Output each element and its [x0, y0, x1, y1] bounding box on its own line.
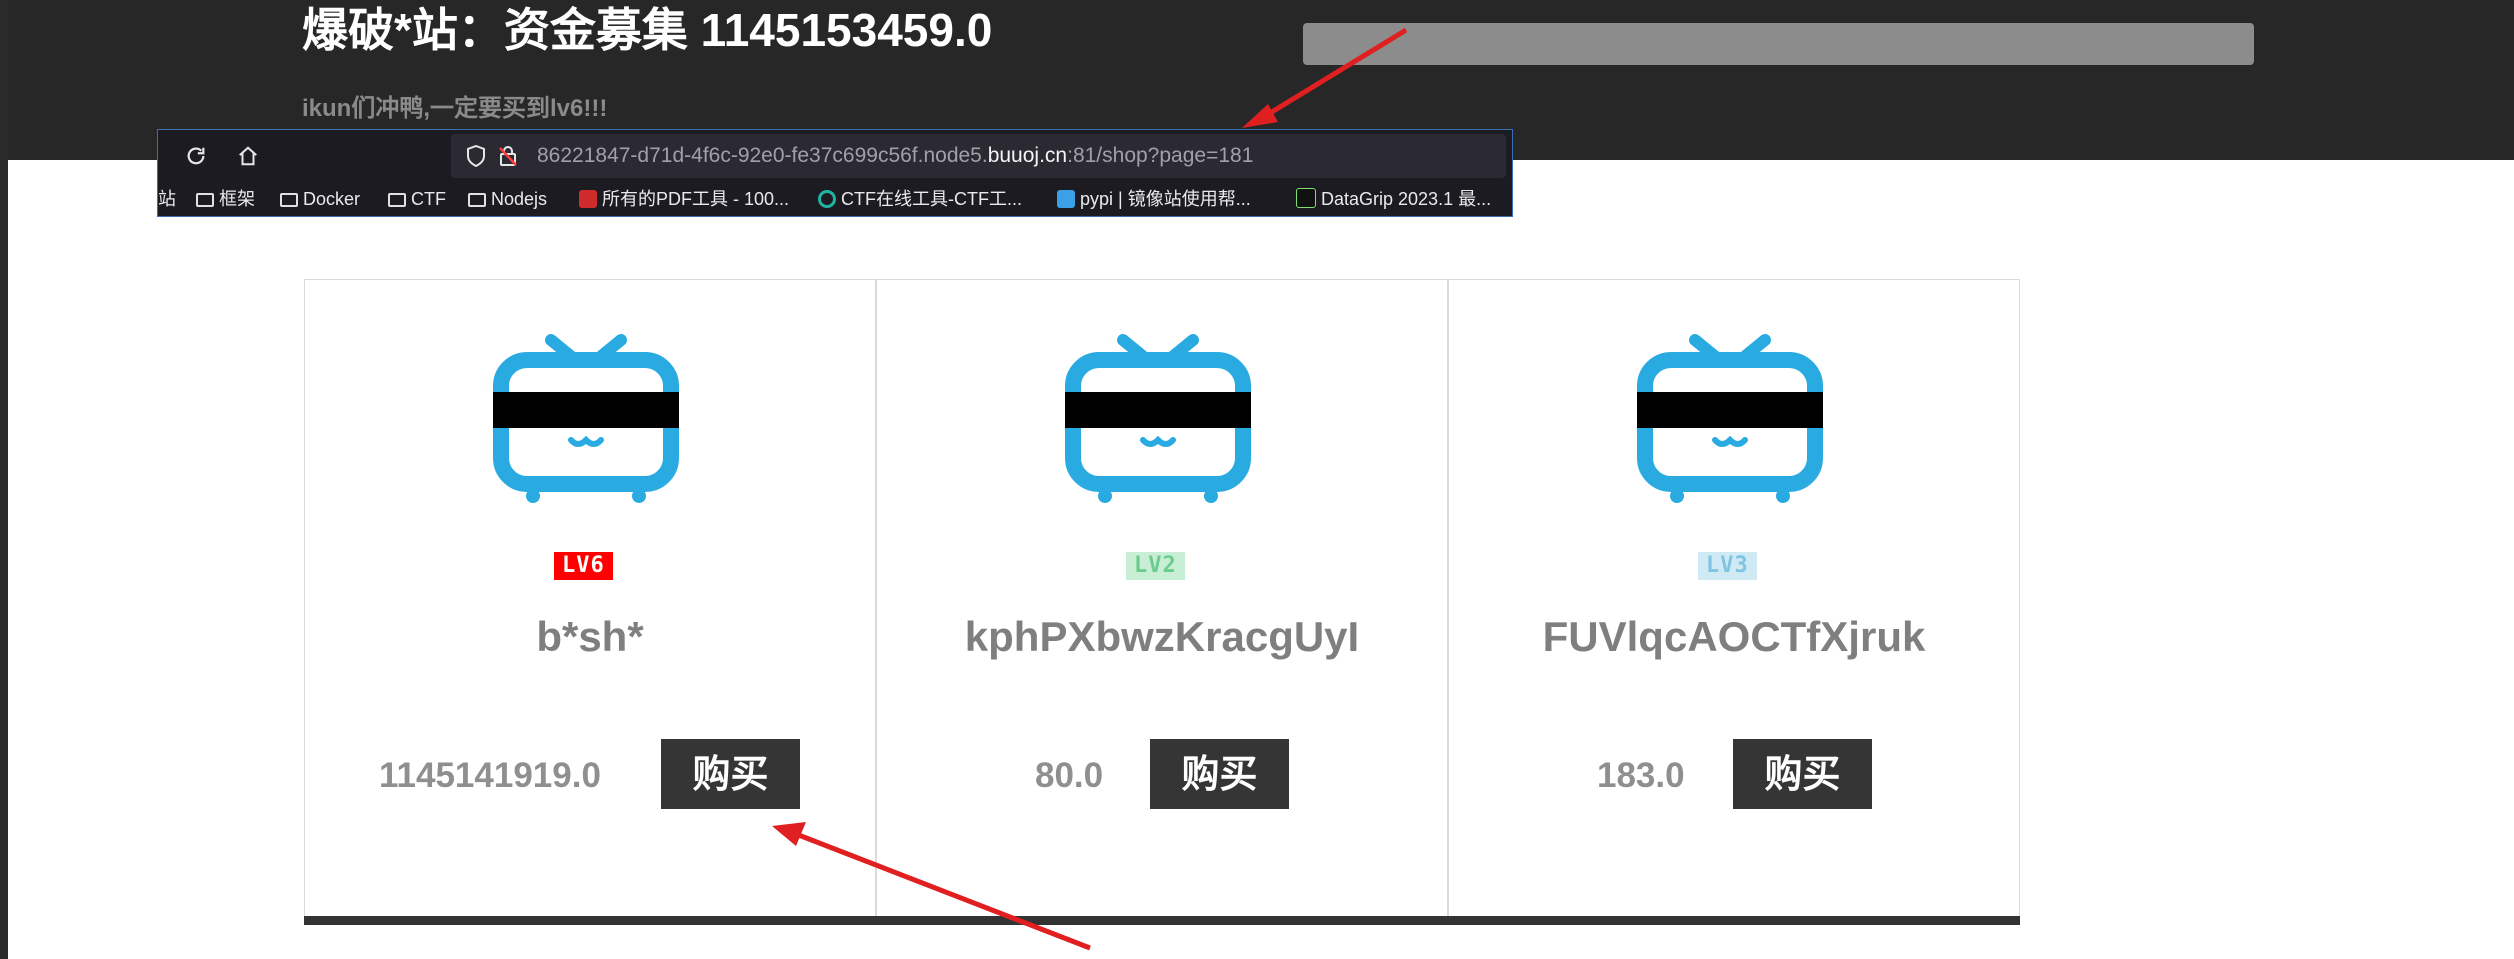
url-suffix: :81/shop?page=181 — [1067, 144, 1254, 167]
folder-icon — [280, 193, 298, 207]
shield-icon[interactable] — [461, 134, 491, 178]
product-card: LV3 FUVlqcAOCTfXjruk 183.0 购买 — [1448, 279, 2020, 925]
tv-avatar-icon — [493, 334, 679, 503]
bookmark-folder[interactable]: 框架 — [196, 182, 255, 216]
bookmark-label: 站 — [158, 189, 176, 209]
user-name: FUVlqcAOCTfXjruk — [1542, 613, 1926, 660]
page-title: 爆破*站：资金募集 1145153459.0 — [302, 4, 993, 56]
bookmark-label: pypi | 镜像站使用帮... — [1080, 189, 1251, 209]
price: 80.0 — [1035, 756, 1104, 795]
user-name: b*sh* — [536, 613, 644, 660]
level-badge: LV6 — [554, 552, 613, 580]
bookmark-label: Docker — [303, 189, 361, 209]
user-name: kphPXbwzKracgUyI — [964, 613, 1360, 660]
product-card: LV6 b*sh* 1145141919.0 购买 — [304, 279, 876, 925]
url-domain: buuoj.cn — [987, 144, 1068, 167]
left-edge-strip — [0, 0, 8, 959]
bookmark-folder[interactable]: Nodejs — [468, 182, 547, 216]
level-badge: LV3 — [1698, 552, 1757, 580]
card-bottom-border — [304, 916, 876, 925]
product-card: LV2 kphPXbwzKracgUyI 80.0 购买 — [876, 279, 1448, 925]
browser-nav-row: 86221847-d71d-4f6c-92e0-fe37c699c56f.nod… — [158, 130, 1512, 182]
folder-icon — [468, 193, 486, 207]
tv-avatar-icon — [1637, 334, 1823, 503]
bookmark-label: CTF — [411, 189, 446, 209]
bookmark-label: Nodejs — [491, 189, 548, 209]
bookmark-item[interactable]: pypi | 镜像站使用帮... — [1057, 182, 1251, 216]
bookmark-label: DataGrip 2023.1 最... — [1321, 189, 1492, 209]
address-bar[interactable]: 86221847-d71d-4f6c-92e0-fe37c699c56f.nod… — [451, 134, 1506, 178]
buy-button[interactable]: 购买 — [1150, 739, 1289, 809]
bookmark-item[interactable]: DataGrip 2023.1 最... — [1296, 182, 1491, 216]
pdf-favicon-icon — [579, 190, 597, 208]
insecure-lock-icon[interactable] — [493, 134, 523, 178]
level-badge: LV2 — [1126, 552, 1185, 580]
ctf-favicon-icon — [818, 190, 836, 208]
url-text[interactable]: 86221847-d71d-4f6c-92e0-fe37c699c56f.nod… — [537, 134, 1253, 178]
bookmarks-bar: 站 框架 Docker CTF Nodejs 所有的PDF工具 - 100...… — [158, 182, 1512, 216]
buy-button[interactable]: 购买 — [1733, 739, 1872, 809]
price: 1145141919.0 — [379, 756, 601, 795]
bookmark-item[interactable]: 站 — [158, 182, 176, 216]
folder-icon — [196, 193, 214, 207]
url-prefix: 86221847-d71d-4f6c-92e0-fe37c699c56f.nod… — [537, 144, 988, 167]
bookmark-folder[interactable]: Docker — [280, 182, 360, 216]
datagrip-favicon-icon — [1296, 188, 1316, 208]
reload-icon[interactable] — [178, 140, 214, 172]
home-icon[interactable] — [230, 140, 266, 172]
folder-icon — [388, 193, 406, 207]
bookmark-item[interactable]: CTF在线工具-CTF工... — [818, 182, 1022, 216]
card-bottom-border — [1448, 916, 2020, 925]
pypi-favicon-icon — [1057, 190, 1075, 208]
browser-toolbar-overlay: 86221847-d71d-4f6c-92e0-fe37c699c56f.nod… — [157, 129, 1513, 217]
redacted-bar — [1303, 23, 2254, 65]
bookmark-folder[interactable]: CTF — [388, 182, 446, 216]
tv-avatar-icon — [1065, 334, 1251, 503]
bookmark-label: 框架 — [219, 189, 255, 209]
bookmark-item[interactable]: 所有的PDF工具 - 100... — [579, 182, 789, 216]
buy-button[interactable]: 购买 — [661, 739, 800, 809]
card-bottom-border — [876, 916, 1448, 925]
price: 183.0 — [1597, 756, 1685, 795]
bookmark-label: 所有的PDF工具 - 100... — [602, 189, 790, 209]
bookmark-label: CTF在线工具-CTF工... — [841, 189, 1022, 209]
page-subtitle: ikun们冲鸭,一定要买到lv6!!! — [302, 95, 608, 122]
